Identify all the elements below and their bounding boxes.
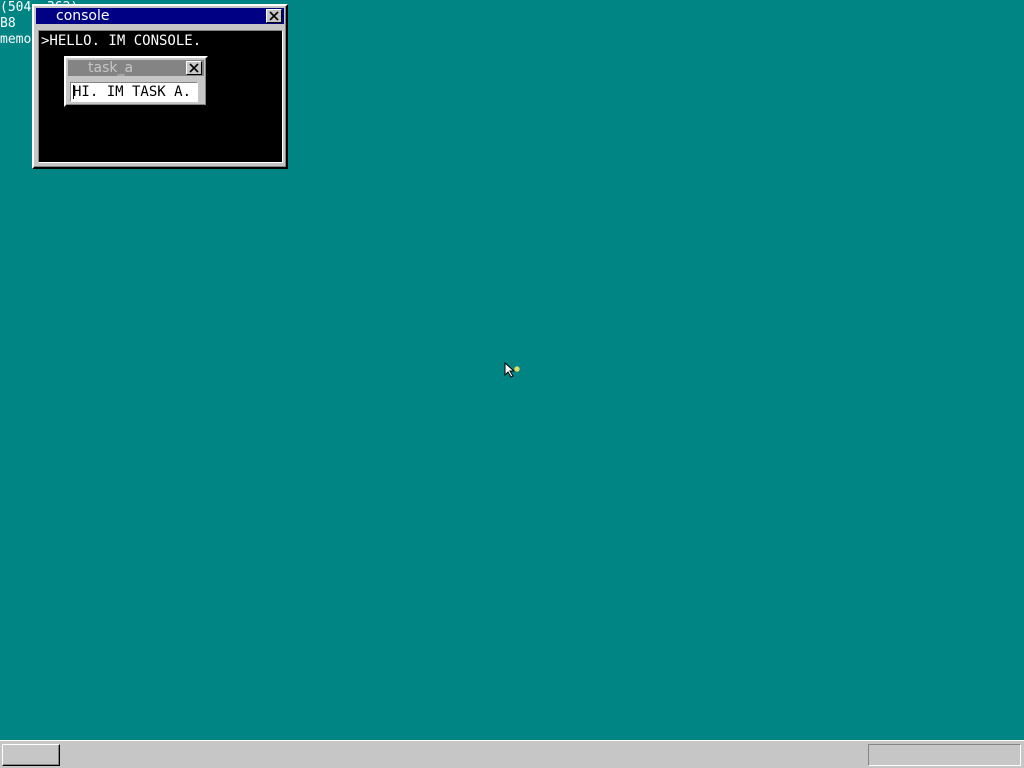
start-button[interactable] [2,744,60,766]
taskbar [0,740,1024,768]
task-a-title: task_a [88,60,134,76]
console-output: >HELLO. IM CONSOLE. [41,33,202,49]
task-a-close-button[interactable] [186,61,202,75]
console-titlebar[interactable]: console [36,8,284,24]
key-code-readout: B8 [0,16,16,31]
system-tray [868,744,1021,766]
task-a-window[interactable]: task_a HI. IM TASK A. [64,56,208,107]
task-a-textbox[interactable]: HI. IM TASK A. [70,82,198,102]
console-close-button[interactable] [266,9,282,23]
desktop[interactable]: (504, 362) B8 memo console >HELLO. IM CO… [0,0,1024,740]
task-a-titlebar[interactable]: task_a [68,60,204,76]
close-icon [269,11,279,21]
mouse-cursor-icon [504,361,522,382]
task-a-textbox-value: HI. IM TASK A. [73,84,192,100]
close-icon [189,63,199,73]
memory-readout: memo [0,32,32,47]
console-title: console [56,8,110,24]
